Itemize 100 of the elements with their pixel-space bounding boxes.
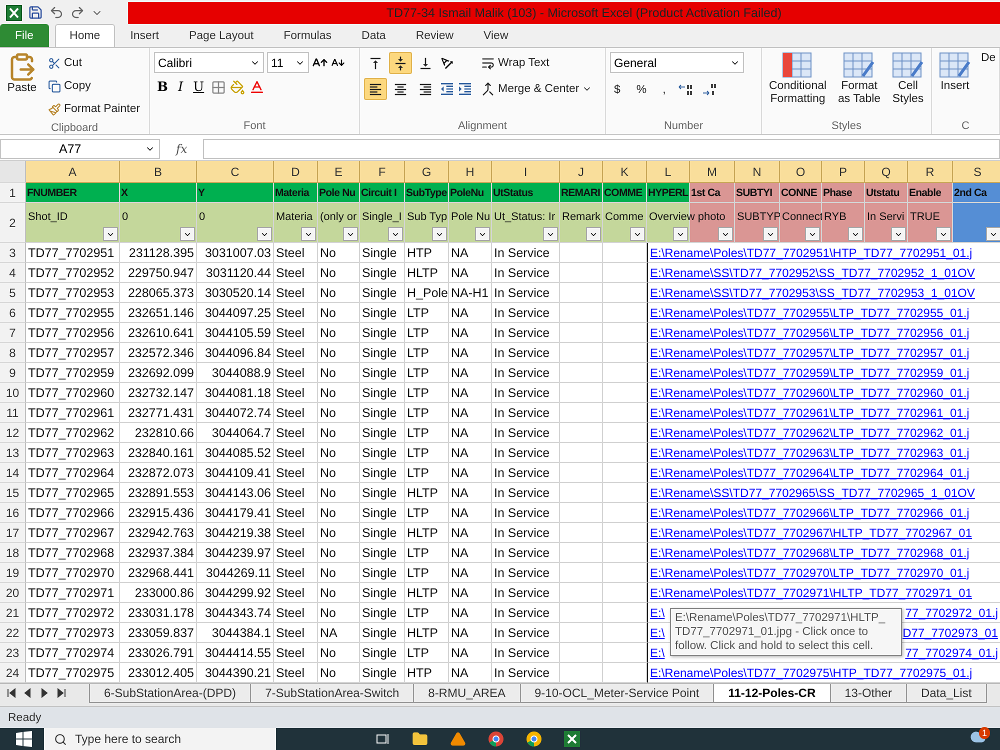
filter-button[interactable] [180, 227, 195, 241]
filter-button[interactable] [343, 227, 358, 241]
sheet-tab[interactable]: 11-12-Poles-CR [713, 684, 831, 703]
column-header[interactable]: J [560, 161, 603, 183]
hyperlink[interactable]: E:\ [650, 606, 665, 620]
format-painter-button[interactable]: Format Painter [44, 98, 144, 120]
sheet-tab[interactable]: Data_List [906, 684, 987, 703]
ribbon-tab[interactable]: Page Layout [174, 24, 269, 47]
decrease-decimal-icon[interactable] [702, 83, 718, 97]
paste-button[interactable]: Paste [4, 52, 40, 120]
hyperlink[interactable]: E:\Rename\Poles\TD77_7702957\LTP_TD77_7702957_01.j [650, 346, 970, 360]
row-header[interactable]: 14 [0, 463, 26, 483]
hyperlink[interactable]: E:\Rename\Poles\TD77_7702962\LTP_TD77_7702962_01.j [650, 426, 970, 440]
insert-button[interactable]: Insert [936, 52, 974, 118]
filter-button[interactable] [432, 227, 447, 241]
hyperlink[interactable]: E:\Rename\Poles\TD77_7702975\HTP_TD77_7702975_01.j [650, 666, 972, 680]
filter-button[interactable] [891, 227, 906, 241]
column-header[interactable]: F [360, 161, 405, 183]
row-header[interactable]: 3 [0, 243, 26, 263]
filter-button[interactable] [805, 227, 820, 241]
hyperlink[interactable]: E:\Rename\SS\TD77_7702953\SS_TD77_7702953_1_01OV [650, 286, 975, 300]
undo-icon[interactable] [49, 5, 64, 20]
file-tab[interactable]: File [0, 24, 49, 47]
currency-button[interactable]: $ [610, 79, 624, 101]
formula-input[interactable] [203, 138, 1000, 158]
hyperlink[interactable]: E:\ [650, 646, 665, 660]
filter-button[interactable] [257, 227, 272, 241]
font-name-field[interactable]: Calibri [154, 52, 264, 73]
hyperlink[interactable]: E:\Rename\SS\TD77_7702965\SS_TD77_7702965_1_01OV [650, 486, 975, 500]
hyperlink[interactable]: E:\Rename\Poles\TD77_7702961\LTP_TD77_7702961_01.j [650, 406, 970, 420]
cell-styles-button[interactable]: Cell Styles [889, 52, 927, 118]
filter-button[interactable] [103, 227, 118, 241]
column-header[interactable]: P [822, 161, 865, 183]
column-header[interactable]: C [197, 161, 274, 183]
browser-icon[interactable] [526, 731, 542, 747]
hyperlink[interactable]: E:\Rename\Poles\TD77_7702966\LTP_TD77_7702966_01.j [650, 506, 970, 520]
hyperlink[interactable]: E:\Rename\Poles\TD77_7702967\HLTP_TD77_7702967_01 [650, 526, 972, 540]
column-header[interactable]: A [26, 161, 120, 183]
column-header[interactable]: L [647, 161, 690, 183]
percent-button[interactable]: % [632, 79, 651, 101]
ribbon-tab[interactable]: Formulas [268, 24, 347, 47]
italic-button[interactable]: I [175, 80, 186, 94]
ribbon-tab[interactable]: Review [400, 24, 469, 47]
hyperlink[interactable]: E:\Rename\Poles\TD77_7702951\HTP_TD77_7702951_01.j [650, 246, 972, 260]
row-header[interactable]: 16 [0, 503, 26, 523]
column-header[interactable]: G [405, 161, 449, 183]
format-as-table-button[interactable]: Format as Table [834, 52, 885, 118]
merge-center-button[interactable]: Merge & Center [477, 78, 596, 100]
column-header[interactable]: I [492, 161, 560, 183]
row-header[interactable]: 11 [0, 403, 26, 423]
hyperlink[interactable]: E:\Rename\Poles\TD77_7702960\LTP_TD77_7702960_01.j [650, 386, 970, 400]
column-header[interactable]: O [780, 161, 822, 183]
redo-icon[interactable] [70, 5, 85, 20]
hyperlink[interactable]: E:\Rename\Poles\TD77_7702964\LTP_TD77_7702964_01.j [650, 466, 970, 480]
row-header[interactable]: 17 [0, 523, 26, 543]
row-header[interactable]: 10 [0, 383, 26, 403]
hyperlink[interactable]: D77_7702973_01 [902, 626, 998, 640]
ribbon-tab[interactable]: Data [346, 24, 401, 47]
row-header[interactable]: 20 [0, 583, 26, 603]
windows-start-icon[interactable] [16, 731, 32, 747]
column-header[interactable]: E [318, 161, 360, 183]
filter-button[interactable] [388, 227, 403, 241]
hyperlink[interactable]: 77_7702972_01.j [905, 606, 998, 620]
row-header[interactable]: 23 [0, 643, 26, 663]
number-format-field[interactable]: General [610, 52, 744, 73]
name-box[interactable]: A77 [0, 138, 160, 158]
hyperlink[interactable]: E:\Rename\Poles\TD77_7702970\LTP_TD77_7702970_01.j [650, 566, 970, 580]
ribbon-tab[interactable]: View [468, 24, 524, 47]
hyperlink[interactable]: E:\ [650, 626, 665, 640]
bold-button[interactable]: B [154, 80, 171, 94]
hyperlink[interactable]: E:\Rename\Poles\TD77_7702955\LTP_TD77_7702955_01.j [650, 306, 970, 320]
filter-button[interactable] [543, 227, 558, 241]
row-header[interactable]: 18 [0, 543, 26, 563]
sheet-tab[interactable]: 6-SubStationArea-(DPD) [89, 684, 252, 703]
row-header[interactable]: 9 [0, 363, 26, 383]
row-header[interactable]: 19 [0, 563, 26, 583]
browser-icon[interactable] [488, 731, 504, 747]
wrap-text-button[interactable]: Wrap Text [477, 52, 596, 74]
filter-button[interactable] [848, 227, 863, 241]
fill-color-icon[interactable] [230, 80, 246, 94]
filter-button[interactable] [986, 227, 1000, 241]
hyperlink[interactable]: E:\Rename\Poles\TD77_7702968\LTP_TD77_7702968_01.j [650, 546, 970, 560]
conditional-formatting-button[interactable]: Conditional Formatting [766, 52, 830, 118]
ribbon-tab[interactable]: Home [54, 24, 116, 47]
insert-function-button[interactable]: fx [166, 142, 198, 156]
hyperlink[interactable]: E:\Rename\SS\TD77_7702952\SS_TD77_7702952_1_01OV [650, 266, 975, 280]
font-size-field[interactable]: 11 [267, 52, 309, 73]
filter-button[interactable] [586, 227, 601, 241]
cut-button[interactable]: Cut [44, 52, 144, 74]
comma-button[interactable]: , [658, 79, 670, 101]
row-header[interactable]: 22 [0, 623, 26, 643]
excel-app-icon[interactable] [564, 731, 580, 747]
decrease-indent-icon[interactable] [439, 81, 455, 97]
filter-button[interactable] [718, 227, 733, 241]
column-header[interactable]: R [908, 161, 953, 183]
filter-button[interactable] [301, 227, 316, 241]
row-header[interactable]: 7 [0, 323, 26, 343]
column-header[interactable]: H [449, 161, 492, 183]
ribbon-tab[interactable]: Insert [115, 24, 174, 47]
row-header[interactable]: 15 [0, 483, 26, 503]
